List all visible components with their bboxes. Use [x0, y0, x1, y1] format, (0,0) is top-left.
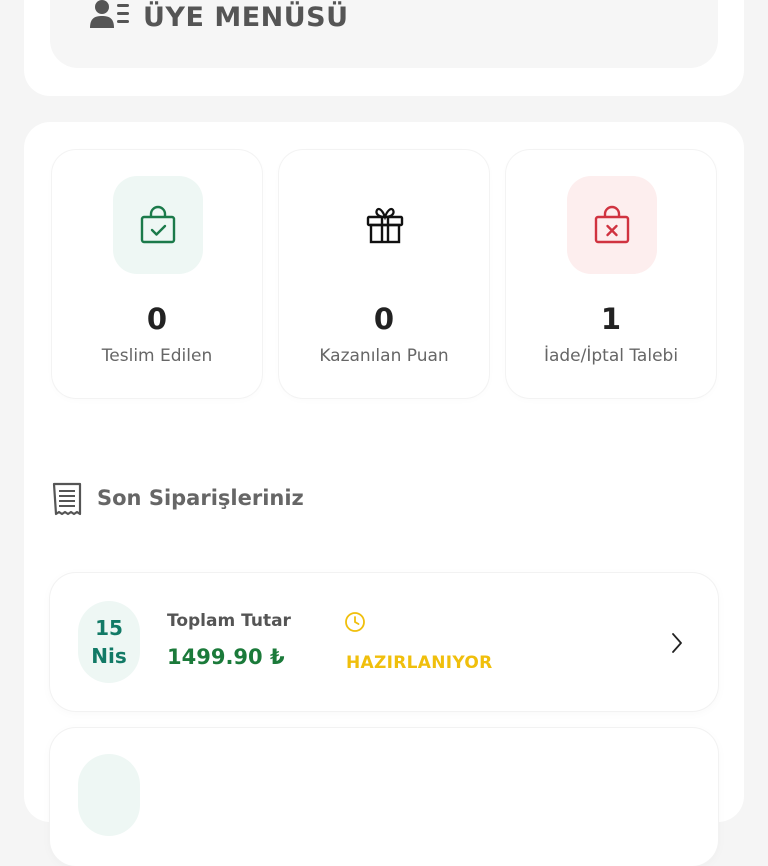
user-list-icon — [90, 0, 129, 28]
stat-count: 1 — [600, 302, 622, 336]
stat-icon-box — [113, 176, 203, 274]
order-status: HAZIRLANIYOR — [346, 653, 493, 673]
stat-count: 0 — [373, 302, 395, 336]
stat-label: İade/İptal Talebi — [543, 346, 679, 366]
gift-icon — [366, 207, 404, 244]
order-total-label: Toplam Tutar — [167, 611, 291, 631]
stat-icon-box — [340, 176, 430, 274]
clock-icon — [345, 612, 365, 632]
stat-points[interactable]: 0 Kazanılan Puan — [279, 150, 489, 398]
order-date — [78, 754, 140, 836]
order-date-day: 15 — [95, 616, 123, 640]
stat-label: Teslim Edilen — [101, 346, 213, 366]
shopping-bag-x-icon — [594, 205, 630, 244]
stat-returns[interactable]: 1 İade/İptal Talebi — [506, 150, 716, 398]
stat-count: 0 — [146, 302, 168, 336]
stat-icon-box — [567, 176, 657, 274]
stat-delivered[interactable]: 0 Teslim Edilen — [52, 150, 262, 398]
order-row[interactable] — [50, 728, 718, 866]
order-date-month: Nis — [91, 644, 127, 668]
stat-label: Kazanılan Puan — [319, 346, 449, 366]
order-row[interactable]: 15 Nis Toplam Tutar 1499.90 ₺ HAZIRLANIY… — [50, 573, 718, 711]
receipt-icon — [52, 482, 82, 516]
order-total-value: 1499.90 ₺ — [167, 645, 285, 669]
orders-section-title: Son Siparişleriniz — [97, 486, 304, 510]
order-date: 15 Nis — [78, 601, 140, 683]
shopping-bag-check-icon — [140, 205, 176, 244]
chevron-right-icon[interactable] — [670, 631, 684, 655]
member-menu-title: ÜYE MENÜSÜ — [143, 2, 349, 33]
